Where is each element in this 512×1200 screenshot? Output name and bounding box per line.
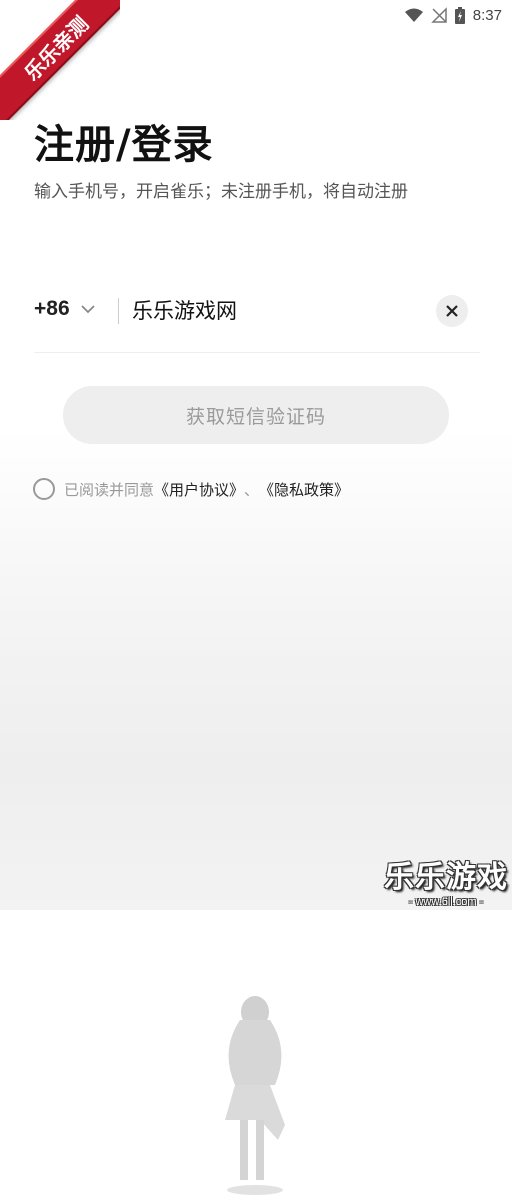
country-code-selector[interactable]: +86 [34,297,70,321]
agreement-prefix: 已阅读并同意 [64,480,155,499]
agreement-checkbox[interactable] [33,478,55,500]
user-agreement-link[interactable]: 《用户协议》 [154,479,244,500]
agreement-row: 已阅读并同意 《用户协议》 、 《隐私政策》 [33,478,349,500]
status-bar: 8:37 [404,0,512,30]
get-sms-code-button[interactable]: 获取短信验证码 [63,386,449,444]
background-image [0,430,512,1195]
ribbon-label: 乐乐亲测 [0,0,120,120]
person-silhouette-image [225,996,285,1195]
privacy-policy-link[interactable]: 《隐私政策》 [259,479,349,500]
page-subtitle: 输入手机号，开启雀乐；未注册手机，将自动注册 [34,182,408,202]
agreement-separator: 、 [244,480,260,499]
clear-input-button[interactable] [436,295,468,327]
watermark-url: - www.6ll.com - [408,896,484,908]
close-icon [446,305,458,317]
watermark: 乐乐游戏 - www.6ll.com - [384,852,508,908]
wifi-icon [404,8,423,22]
status-time: 8:37 [472,6,502,24]
phone-number-input[interactable] [132,294,412,326]
signal-off-icon [430,7,447,23]
phone-input-row: +86 [34,290,480,353]
battery-icon [454,6,465,24]
corner-ribbon: 乐乐亲测 [0,0,120,120]
page-title: 注册/登录 [34,122,214,168]
chevron-down-icon[interactable] [80,303,96,315]
watermark-title: 乐乐游戏 [384,860,508,895]
divider [118,298,119,324]
